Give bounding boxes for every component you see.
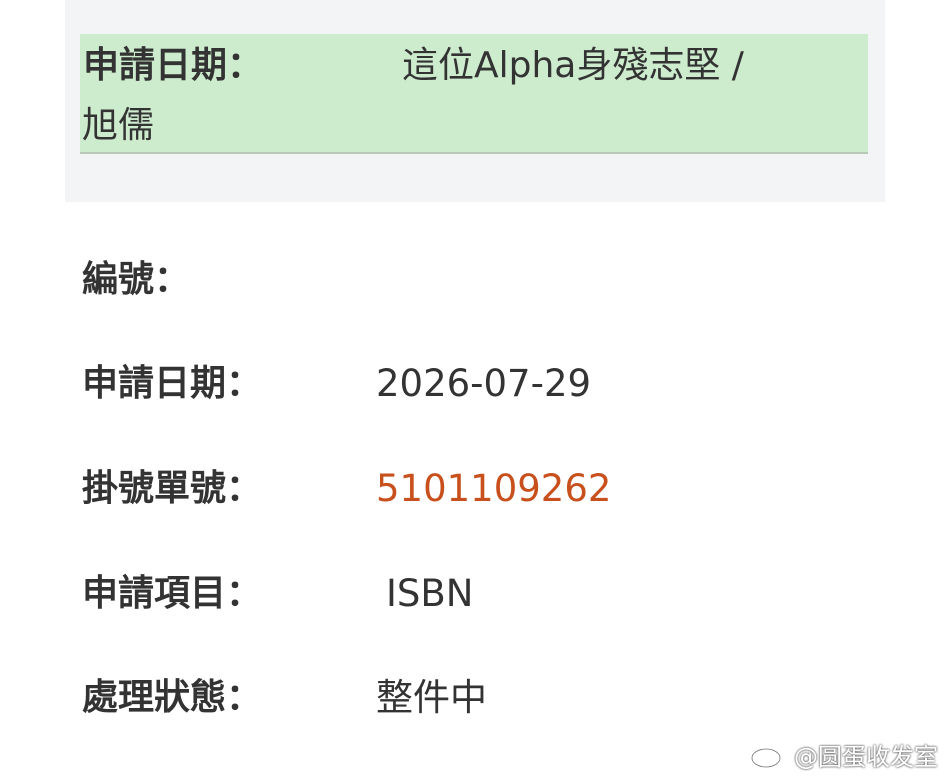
field-label-apply-item: 申請項目： <box>82 573 263 614</box>
highlight-date-label: 申請日期： <box>83 45 264 86</box>
watermark-text: @圆蛋收发室 <box>794 743 938 771</box>
watermark: @圆蛋收发室 <box>750 737 938 772</box>
field-label-apply-date: 申請日期： <box>82 363 263 404</box>
field-label-tracking-number: 掛號單號： <box>82 468 263 509</box>
highlight-value-line2: 旭儒 <box>82 105 155 146</box>
highlight-value-line1: 這位Alpha身殘志堅 / <box>402 45 744 86</box>
field-value-apply-date: 2026-07-29 <box>376 362 592 405</box>
application-status-page: 申請日期： 這位Alpha身殘志堅 / 旭儒 編號： 申請日期： 2026-07… <box>0 0 948 780</box>
field-label-number: 編號： <box>82 259 191 300</box>
field-value-status: 整件中 <box>376 676 487 719</box>
field-value-tracking-number[interactable]: 5101109262 <box>376 463 611 515</box>
field-value-apply-item: ISBN <box>386 572 474 615</box>
field-label-status: 處理狀態： <box>82 677 263 718</box>
weibo-icon <box>750 744 787 768</box>
